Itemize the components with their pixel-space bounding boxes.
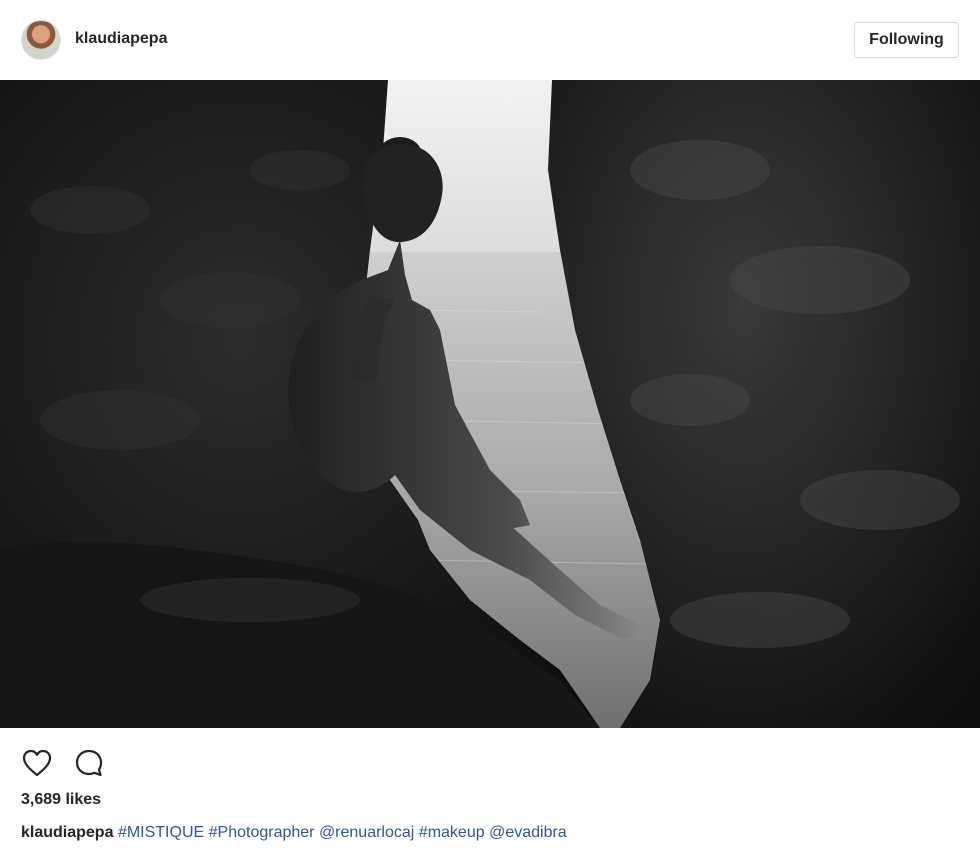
post-actions <box>0 740 980 784</box>
post-photo[interactable] <box>0 80 980 728</box>
caption-hashtag[interactable]: #MISTIQUE <box>118 824 204 841</box>
post-caption: klaudiapepa #MISTIQUE #Photographer @ren… <box>21 824 567 842</box>
caption-mention[interactable]: @renuarlocaj <box>319 824 414 841</box>
like-count[interactable]: 3,689 likes <box>21 791 101 809</box>
profile-avatar[interactable] <box>21 20 61 60</box>
following-button[interactable]: Following <box>854 22 959 58</box>
caption-username[interactable]: klaudiapepa <box>21 824 113 841</box>
caption-hashtag[interactable]: #Photographer <box>209 824 315 841</box>
heart-outline-icon[interactable] <box>20 746 54 780</box>
caption-hashtag[interactable]: #makeup <box>419 824 485 841</box>
header-username[interactable]: klaudiapepa <box>75 30 167 48</box>
post-header: klaudiapepa Following <box>0 0 980 80</box>
caption-mention[interactable]: @evadibra <box>489 824 567 841</box>
speech-bubble-outline-icon[interactable] <box>72 746 106 780</box>
